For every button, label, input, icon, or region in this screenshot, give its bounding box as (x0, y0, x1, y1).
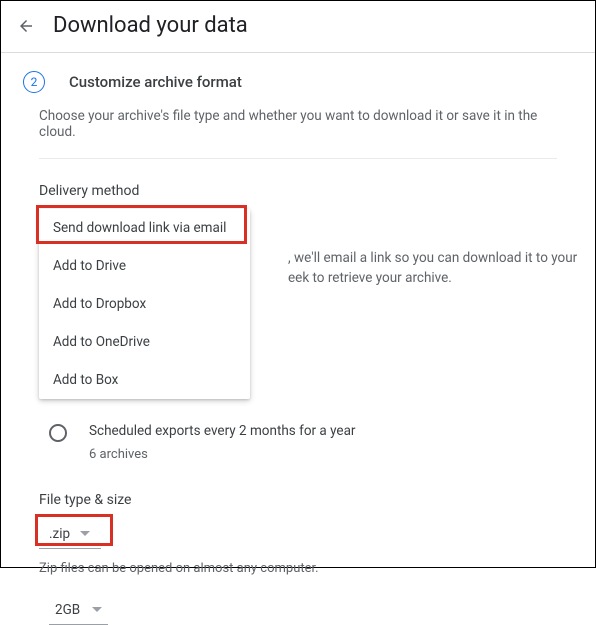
delivery-option-email[interactable]: Send download link via email (39, 209, 250, 247)
file-size-value: 2GB (55, 602, 80, 618)
file-type-size-label: File type & size (39, 492, 557, 508)
step-header[interactable]: 2 Customize archive format (1, 53, 595, 109)
radio-sublabel: 6 archives (89, 447, 356, 462)
delivery-description-partial: , we'll email a link so you can download… (288, 209, 596, 288)
annotation-highlight (35, 514, 113, 546)
chevron-down-icon (92, 607, 102, 613)
delivery-option-box[interactable]: Add to Box (39, 361, 250, 399)
radio-label: Scheduled exports every 2 months for a y… (89, 423, 356, 439)
delivery-option-drive[interactable]: Add to Drive (39, 247, 250, 285)
delivery-method-label: Delivery method (39, 183, 557, 199)
delivery-method-dropdown[interactable]: Send download link via email Add to Driv… (39, 209, 250, 399)
file-type-select[interactable]: .zip (39, 520, 101, 549)
description-line: eek to retrieve your archive. (288, 269, 596, 289)
delivery-option-onedrive[interactable]: Add to OneDrive (39, 323, 250, 361)
delivery-option-dropbox[interactable]: Add to Dropbox (39, 285, 250, 323)
file-size-select[interactable]: 2GB (49, 596, 108, 625)
content-area: Choose your archive's file type and whet… (1, 108, 595, 625)
annotation-highlight (36, 205, 247, 244)
frequency-section: Scheduled exports every 2 months for a y… (39, 423, 557, 462)
radio-icon[interactable] (49, 424, 67, 442)
page-title: Download your data (53, 13, 248, 38)
header: Download your data (1, 1, 595, 53)
dropdown-item-label: Add to Dropbox (53, 296, 146, 312)
dropdown-item-label: Add to OneDrive (53, 334, 150, 350)
frequency-option-scheduled[interactable]: Scheduled exports every 2 months for a y… (39, 423, 557, 462)
step-number-badge: 2 (23, 71, 45, 93)
description-line: , we'll email a link so you can download… (288, 249, 596, 269)
dropdown-item-label: Add to Drive (53, 258, 126, 274)
step-title: Customize archive format (69, 73, 242, 91)
file-type-hint: Zip files can be opened on almost any co… (39, 561, 557, 576)
back-arrow-icon[interactable] (17, 17, 35, 35)
dropdown-item-label: Add to Box (53, 372, 118, 388)
intro-text: Choose your archive's file type and whet… (39, 108, 557, 159)
